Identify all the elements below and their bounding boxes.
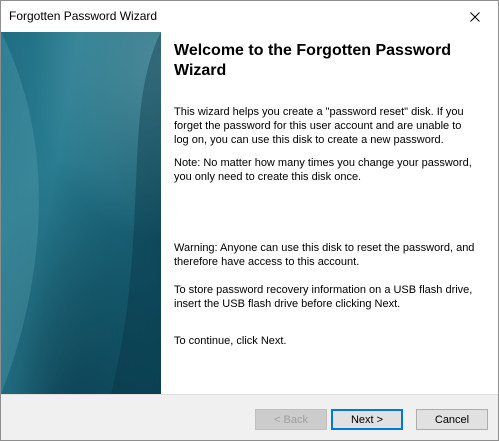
note-paragraph: Note: No matter how many times you chang… xyxy=(174,157,472,183)
back-button[interactable]: < Back xyxy=(255,409,327,430)
sidebar-curve-graphic xyxy=(1,32,161,394)
window-title: Forgotten Password Wizard xyxy=(9,9,158,23)
warning-paragraph: Warning: Anyone can use this disk to res… xyxy=(174,242,475,268)
page-title: Welcome to the Forgotten Password Wizard xyxy=(174,42,452,79)
title-bar[interactable]: Forgotten Password Wizard xyxy=(1,1,498,32)
cancel-button[interactable]: Cancel xyxy=(416,409,488,430)
button-bar: < Back Next > Cancel xyxy=(1,394,498,440)
wizard-content: Welcome to the Forgotten Password Wizard… xyxy=(161,32,498,394)
next-button[interactable]: Next > xyxy=(331,409,403,430)
close-icon xyxy=(470,11,480,22)
continue-paragraph: To continue, click Next. xyxy=(174,335,287,347)
close-button[interactable] xyxy=(452,1,498,32)
wizard-sidebar-graphic xyxy=(1,32,161,394)
intro-paragraph: This wizard helps you create a "password… xyxy=(174,106,464,146)
wizard-window: Forgotten Password Wizard Welcome to the… xyxy=(0,0,499,441)
usb-paragraph: To store password recovery information o… xyxy=(174,284,473,310)
